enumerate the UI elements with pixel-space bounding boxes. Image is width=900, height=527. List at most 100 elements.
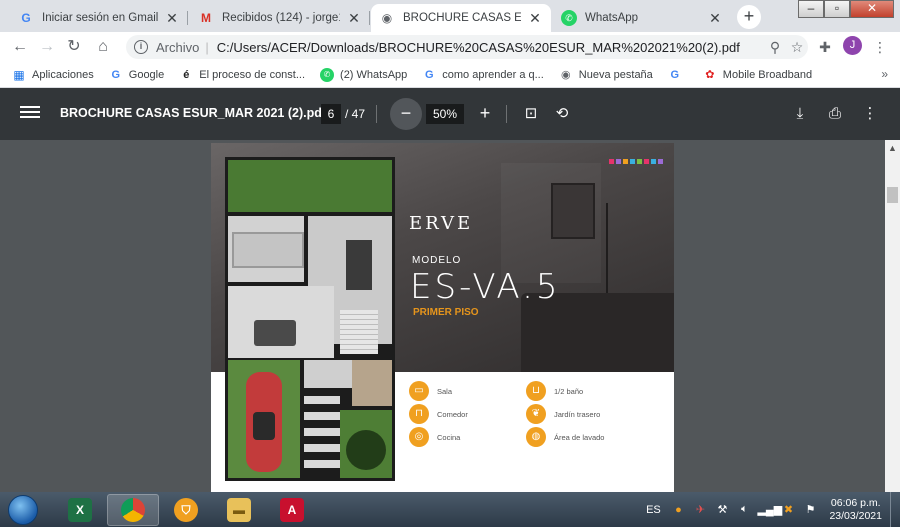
shield-icon: ⛉: [174, 498, 198, 522]
more-options-icon[interactable]: ⋮: [859, 103, 881, 125]
tab-brochure[interactable]: ◉ BROCHURE CASAS ESUR_I ✕: [371, 4, 551, 32]
bookmark-label: Aplicaciones: [32, 68, 94, 81]
bookmark-whatsapp[interactable]: ✆ (2) WhatsApp: [320, 67, 407, 82]
more-bookmarks-icon[interactable]: »: [881, 67, 888, 81]
feature-label: Sala: [437, 386, 453, 396]
pdf-viewport[interactable]: ERVE MODELO ES-VA.5 PRIMER PISO ▭ Sala ⊓…: [0, 140, 885, 492]
maximize-button[interactable]: ▫: [824, 0, 850, 18]
hamburger-menu-icon[interactable]: [20, 103, 40, 123]
download-icon[interactable]: ⤓: [789, 103, 811, 125]
excel-icon: X: [68, 498, 92, 522]
divider: [376, 105, 377, 123]
url-scheme: Archivo: [156, 39, 200, 55]
bookmark-google-2[interactable]: G: [668, 68, 688, 82]
scrollbar-thumb[interactable]: [887, 187, 898, 203]
close-icon[interactable]: ✕: [346, 10, 362, 27]
google-icon: G: [425, 68, 434, 81]
avatar[interactable]: J: [843, 36, 862, 55]
close-icon[interactable]: ✕: [527, 10, 543, 27]
zoom-level-input[interactable]: 50%: [426, 104, 464, 124]
pdf-page: ERVE MODELO ES-VA.5 PRIMER PISO ▭ Sala ⊓…: [211, 143, 674, 492]
clock-time: 06:06 p.m.: [830, 496, 881, 509]
network-warning-icon[interactable]: ✈: [691, 503, 709, 516]
feature-comedor: ⊓ Comedor: [409, 404, 468, 424]
print-icon[interactable]: ⎙: [824, 103, 846, 125]
feature-label: Jardín trasero: [554, 409, 601, 419]
forward-button[interactable]: →: [37, 37, 57, 57]
reload-button[interactable]: ↻: [64, 37, 84, 57]
model-label: MODELO: [412, 255, 462, 266]
tab-title: BROCHURE CASAS ESUR_I: [403, 12, 521, 24]
tab-gmail-inbox[interactable]: M Recibidos (124) - jorge141 ✕: [190, 4, 370, 32]
windows-orb-icon: [8, 494, 38, 525]
scroll-up-icon[interactable]: ▲: [888, 143, 897, 153]
tab-strip: G Iniciar sesión en Gmail - O ✕ M Recibi…: [0, 0, 900, 32]
close-icon[interactable]: ✕: [164, 10, 180, 27]
zoom-icon[interactable]: ⚲: [764, 39, 786, 56]
clock[interactable]: 06:06 p.m. 23/03/2021: [829, 497, 882, 523]
vertical-scrollbar[interactable]: ▲: [885, 140, 900, 492]
windows-taskbar: X ⛉ ▬ A ES ● ✈ ⚒ 🔈︎ ▂▄▆ ✖ ⚑ 06:06 p.m. 2…: [0, 492, 900, 527]
bookmark-star-icon[interactable]: ☆: [786, 39, 808, 56]
flag-icon[interactable]: ⚑: [801, 503, 819, 516]
bookmark-label: Mobile Broadband: [722, 68, 813, 81]
volume-icon[interactable]: 🔈︎: [735, 503, 753, 516]
acrobat-icon: A: [280, 498, 304, 522]
bookmarks-bar: ▦ Aplicaciones G Google é El proceso de …: [0, 62, 900, 88]
address-bar[interactable]: i Archivo | C:/Users/ACER/Downloads/BROC…: [126, 35, 808, 59]
menu-dots-icon[interactable]: ⋮: [870, 37, 890, 57]
toilet-icon: ⊔: [526, 381, 546, 401]
gmail-icon: M: [201, 11, 211, 25]
feature-sala: ▭ Sala: [409, 381, 452, 401]
close-icon[interactable]: ✕: [707, 10, 723, 27]
tray-tool-icon[interactable]: ⚒: [713, 503, 731, 516]
bookmark-mobile-broadband[interactable]: ✿ Mobile Broadband: [703, 68, 812, 82]
bookmark-google[interactable]: G Google: [109, 68, 164, 82]
tray-app-icon[interactable]: ●: [669, 504, 687, 516]
garden-icon: ❦: [526, 404, 546, 424]
system-tray: ES ● ✈ ⚒ 🔈︎ ▂▄▆ ✖ ⚑ 06:06 p.m. 23/03/202…: [641, 492, 900, 527]
show-desktop-button[interactable]: [890, 492, 900, 527]
taskbar-shield-app[interactable]: ⛉: [160, 494, 212, 526]
zoom-out-button[interactable]: −: [390, 98, 422, 130]
tab-gmail-login[interactable]: G Iniciar sesión en Gmail - O ✕: [10, 4, 188, 32]
bookmark-label: como aprender a q...: [442, 68, 544, 81]
back-button[interactable]: ←: [10, 37, 30, 57]
taskbar-chrome[interactable]: [107, 494, 159, 526]
page-number-input[interactable]: 6: [321, 104, 341, 124]
url-text[interactable]: C:/Users/ACER/Downloads/BROCHURE%20CASAS…: [217, 40, 764, 55]
close-window-button[interactable]: ✕: [850, 0, 894, 18]
taskbar-acrobat[interactable]: A: [266, 494, 318, 526]
tab-title: Recibidos (124) - jorge141: [222, 12, 340, 24]
start-button[interactable]: [4, 492, 42, 527]
tab-title: WhatsApp: [585, 12, 639, 24]
home-button[interactable]: ⌂: [93, 37, 113, 57]
globe-icon: ◉: [560, 69, 571, 81]
bookmark-label: Google: [128, 68, 165, 81]
bookmark-apps[interactable]: ▦ Aplicaciones: [12, 68, 94, 82]
model-name: ES-VA.5: [410, 267, 561, 307]
language-indicator[interactable]: ES: [641, 504, 665, 516]
minimize-button[interactable]: –: [798, 0, 824, 18]
rotate-icon[interactable]: ⟲: [551, 103, 573, 125]
extensions-icon[interactable]: ✚: [815, 37, 835, 57]
tab-whatsapp[interactable]: ✆ WhatsApp ✕: [553, 4, 731, 32]
folder-icon: ▬: [227, 498, 251, 522]
info-icon[interactable]: i: [134, 40, 148, 54]
taskbar-excel[interactable]: X: [54, 494, 106, 526]
tray-x-icon[interactable]: ✖: [779, 503, 797, 516]
bookmark-label: Nueva pestaña: [578, 68, 653, 81]
huawei-icon: ✿: [705, 69, 715, 81]
washer-icon: ◍: [526, 427, 546, 447]
e-site-icon: é: [183, 68, 190, 81]
pdf-title: BROCHURE CASAS ESUR_MAR 2021 (2).pdf: [60, 106, 327, 120]
fit-page-icon[interactable]: ⊡: [520, 103, 542, 125]
bookmark-nueva-pestana[interactable]: ◉ Nueva pestaña: [559, 68, 653, 82]
new-tab-button[interactable]: +: [737, 5, 761, 29]
clock-date: 23/03/2021: [829, 509, 882, 522]
bookmark-aprender[interactable]: G como aprender a q...: [422, 68, 544, 82]
signal-icon[interactable]: ▂▄▆: [757, 503, 782, 516]
zoom-in-button[interactable]: +: [474, 102, 496, 124]
bookmark-proceso[interactable]: é El proceso de const...: [179, 68, 305, 82]
taskbar-explorer[interactable]: ▬: [213, 494, 265, 526]
